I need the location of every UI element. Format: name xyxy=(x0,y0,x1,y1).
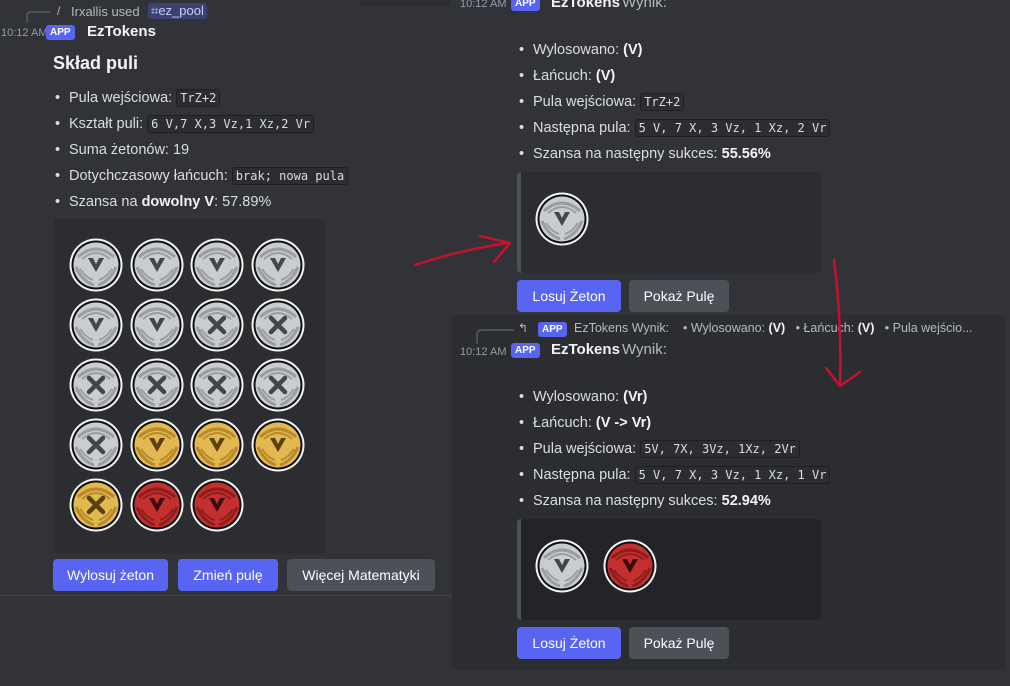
more-math-button[interactable]: Więcej Matematyki xyxy=(287,559,435,591)
gold-v-token xyxy=(189,417,245,473)
list-item: Szansa na dowolny V: 57.89% xyxy=(53,189,413,215)
change-pool-button[interactable]: Zmień pulę xyxy=(178,559,278,591)
silver-v-token xyxy=(68,297,124,353)
red-v-token xyxy=(189,477,245,533)
result-label: Wynik: xyxy=(622,0,667,11)
used-user[interactable]: Irxallis used xyxy=(71,4,140,19)
silver-x-token xyxy=(68,417,124,473)
list-item: Suma żetonów: 19 xyxy=(53,137,413,163)
drawn-token-embed xyxy=(517,172,821,273)
gold-x-token xyxy=(68,477,124,533)
list-item: Łańcuch: (V) xyxy=(517,63,937,89)
result-details: Wylosowano: (V) Łańcuch: (V) Pula wejści… xyxy=(517,37,937,167)
list-item: Szansa na następny sukces: 55.56% xyxy=(517,141,937,167)
reaction-bar xyxy=(360,0,450,6)
list-item: Kształt puli: 6 V,7 X,3 Vz,1 Xz,2 Vr xyxy=(53,111,413,137)
silver-x-token xyxy=(250,297,306,353)
timestamp: 10:12 AM xyxy=(460,0,507,10)
silver-v-token xyxy=(534,538,590,594)
list-item: Szansa na następny sukces: 52.94% xyxy=(517,488,937,514)
silver-x-token xyxy=(129,357,185,413)
author-name[interactable]: EzTokens xyxy=(87,23,156,40)
author-name[interactable]: EzTokens xyxy=(551,341,620,358)
silver-v-token xyxy=(129,297,185,353)
silver-x-token xyxy=(250,357,306,413)
reply-connector xyxy=(26,11,50,23)
timestamp: 10:12 AM xyxy=(460,346,507,358)
result-label: Wynik: xyxy=(622,341,667,358)
app-badge: APP xyxy=(511,0,540,11)
red-v-token xyxy=(129,477,185,533)
silver-x-token xyxy=(189,297,245,353)
author-name[interactable]: EzTokens xyxy=(551,0,620,11)
list-item: Następna pula: 5 V, 7 X, 3 Vz, 1 Xz, 1 V… xyxy=(517,462,937,488)
silver-x-token xyxy=(68,357,124,413)
list-item: Następna pula: 5 V, 7 X, 3 Vz, 1 Xz, 2 V… xyxy=(517,115,937,141)
slash-icon: / xyxy=(57,4,61,18)
silver-v-token xyxy=(129,237,185,293)
app-badge: APP xyxy=(538,322,567,337)
draw-token-button[interactable]: Losuj Żeton xyxy=(517,280,621,312)
message-divider xyxy=(0,595,452,596)
show-pool-button[interactable]: Pokaż Pulę xyxy=(629,627,729,659)
draw-token-button[interactable]: Wylosuj żeton xyxy=(53,559,168,591)
result-message-2: ↰ APP EzTokens Wynik: • Wylosowano: (V) … xyxy=(452,315,1005,670)
drawn-token-embed xyxy=(517,519,821,620)
timestamp: 10:12 AM xyxy=(1,27,48,39)
silver-v-token xyxy=(68,237,124,293)
silver-v-token xyxy=(189,237,245,293)
command-mention[interactable]: ⌗ez_pool xyxy=(148,3,207,19)
list-item: Pula wejściowa: TrZ+2 xyxy=(517,89,937,115)
silver-x-token xyxy=(189,357,245,413)
list-item: Wylosowano: (V) xyxy=(517,37,937,63)
result-details: Wylosowano: (Vr) Łańcuch: (V -> Vr) Pula… xyxy=(517,384,937,514)
list-item: Dotychczasowy łańcuch: brak; nowa pula xyxy=(53,163,413,189)
gold-v-token xyxy=(129,417,185,473)
silver-v-token xyxy=(250,237,306,293)
red-v-token xyxy=(602,538,658,594)
list-item: Wylosowano: (Vr) xyxy=(517,384,937,410)
list-item: Pula wejściowa: TrZ+2 xyxy=(53,85,413,111)
app-badge: APP xyxy=(511,343,540,358)
reply-icon: ↰ xyxy=(518,321,529,335)
silver-v-token xyxy=(534,191,590,247)
token-pool-image xyxy=(54,219,325,554)
reply-preview[interactable]: EzTokens Wynik: • Wylosowano: (V) • Łańc… xyxy=(574,321,973,335)
gold-v-token xyxy=(250,417,306,473)
reply-connector xyxy=(476,329,514,344)
list-item: Pula wejściowa: 5V, 7X, 3Vz, 1Xz, 2Vr xyxy=(517,436,937,462)
pool-details: Pula wejściowa: TrZ+2 Kształt puli: 6 V,… xyxy=(53,85,413,215)
annotation-arrow-right xyxy=(413,241,510,267)
draw-token-button[interactable]: Losuj Żeton xyxy=(517,627,621,659)
list-item: Łańcuch: (V -> Vr) xyxy=(517,410,937,436)
pool-title: Skład puli xyxy=(53,53,139,73)
app-badge: APP xyxy=(46,25,75,40)
show-pool-button[interactable]: Pokaż Pulę xyxy=(629,280,729,312)
